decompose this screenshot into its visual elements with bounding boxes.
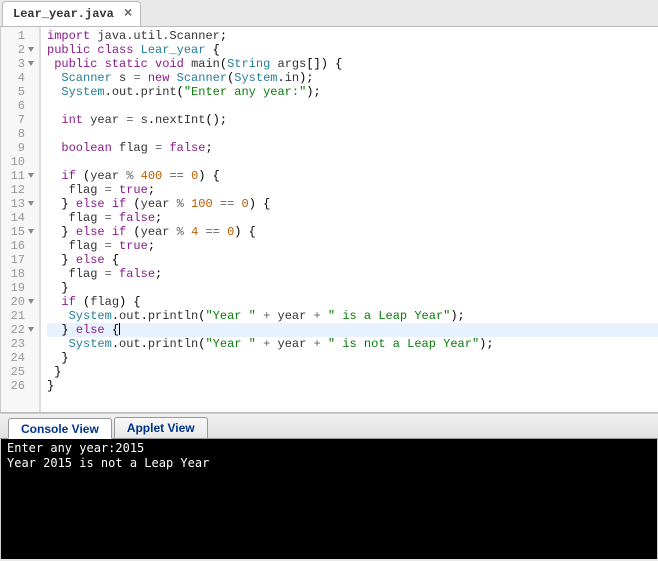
line-number: 10: [1, 155, 35, 169]
line-number: 11: [1, 169, 35, 183]
line-number: 4: [1, 71, 35, 85]
tab-console-view[interactable]: Console View: [8, 418, 112, 439]
line-number: 25: [1, 365, 35, 379]
code-line[interactable]: }: [47, 365, 658, 379]
code-line[interactable]: }: [47, 351, 658, 365]
code-line[interactable]: flag = false;: [47, 267, 658, 281]
code-line[interactable]: Scanner s = new Scanner(System.in);: [47, 71, 658, 85]
line-number: 16: [1, 239, 35, 253]
line-number: 7: [1, 113, 35, 127]
code-line[interactable]: [47, 155, 658, 169]
line-number: 17: [1, 253, 35, 267]
line-number: 15: [1, 225, 35, 239]
code-line[interactable]: public class Lear_year {: [47, 43, 658, 57]
line-number: 8: [1, 127, 35, 141]
code-line[interactable]: if (year % 400 == 0) {: [47, 169, 658, 183]
line-number: 13: [1, 197, 35, 211]
code-line[interactable]: }: [47, 281, 658, 295]
code-line[interactable]: int year = s.nextInt();: [47, 113, 658, 127]
line-number: 22: [1, 323, 35, 337]
code-line[interactable]: System.out.println("Year " + year + " is…: [47, 309, 658, 323]
line-number: 12: [1, 183, 35, 197]
code-line[interactable]: public static void main(String args[]) {: [47, 57, 658, 71]
code-line[interactable]: System.out.println("Year " + year + " is…: [47, 337, 658, 351]
code-line[interactable]: [47, 127, 658, 141]
editor-tab-bar: Lear_year.java ×: [0, 0, 658, 27]
code-line[interactable]: } else {: [47, 253, 658, 267]
code-line[interactable]: } else {: [47, 323, 658, 337]
code-line[interactable]: } else if (year % 4 == 0) {: [47, 225, 658, 239]
code-line[interactable]: if (flag) {: [47, 295, 658, 309]
file-tab[interactable]: Lear_year.java ×: [2, 1, 141, 26]
code-content[interactable]: import java.util.Scanner;public class Le…: [40, 27, 658, 412]
file-tab-title: Lear_year.java: [13, 7, 114, 21]
code-line[interactable]: flag = false;: [47, 211, 658, 225]
line-number: 18: [1, 267, 35, 281]
console-tab-bar: Console View Applet View: [0, 413, 658, 439]
tab-applet-view[interactable]: Applet View: [114, 417, 208, 438]
line-number: 3: [1, 57, 35, 71]
code-line[interactable]: boolean flag = false;: [47, 141, 658, 155]
code-line[interactable]: [47, 99, 658, 113]
code-line[interactable]: import java.util.Scanner;: [47, 29, 658, 43]
line-number: 23: [1, 337, 35, 351]
line-number: 21: [1, 309, 35, 323]
line-number: 6: [1, 99, 35, 113]
code-line[interactable]: }: [47, 379, 658, 393]
code-line[interactable]: System.out.print("Enter any year:");: [47, 85, 658, 99]
console-output: Enter any year:2015 Year 2015 is not a L…: [0, 439, 658, 559]
code-editor[interactable]: 1234567891011121314151617181920212223242…: [0, 27, 658, 413]
code-line[interactable]: flag = true;: [47, 183, 658, 197]
code-line[interactable]: } else if (year % 100 == 0) {: [47, 197, 658, 211]
line-gutter: 1234567891011121314151617181920212223242…: [0, 27, 40, 412]
line-number: 20: [1, 295, 35, 309]
line-number: 5: [1, 85, 35, 99]
line-number: 2: [1, 43, 35, 57]
code-line[interactable]: flag = true;: [47, 239, 658, 253]
close-icon[interactable]: ×: [124, 6, 132, 22]
line-number: 9: [1, 141, 35, 155]
line-number: 24: [1, 351, 35, 365]
line-number: 19: [1, 281, 35, 295]
line-number: 14: [1, 211, 35, 225]
line-number: 1: [1, 29, 35, 43]
line-number: 26: [1, 379, 35, 393]
